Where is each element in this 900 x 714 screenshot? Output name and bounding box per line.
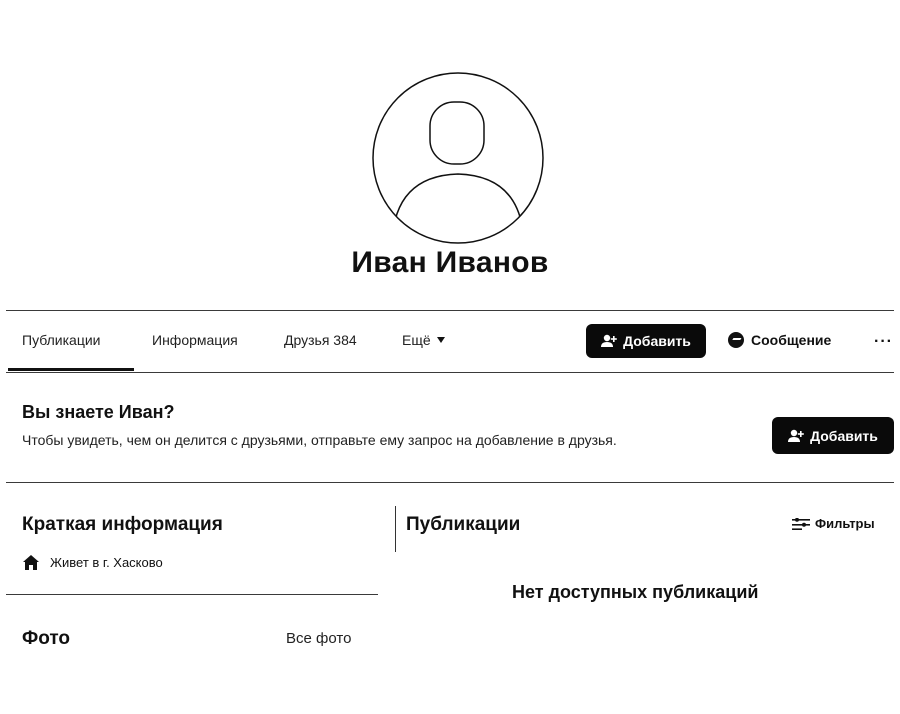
- profile-name: Иван Иванов: [351, 246, 549, 279]
- profile-avatar[interactable]: [372, 72, 544, 244]
- tab-friends[interactable]: Друзья 384: [284, 332, 357, 348]
- all-photos-link[interactable]: Все фото: [286, 630, 351, 647]
- filters-icon: [792, 517, 810, 530]
- intro-title: Краткая информация: [22, 514, 223, 535]
- intro-divider: [6, 594, 378, 595]
- know-box-text: Чтобы увидеть, чем он делится с друзьями…: [22, 432, 617, 448]
- tab-posts[interactable]: Публикации: [22, 332, 100, 348]
- messenger-icon: [728, 332, 744, 348]
- photos-title: Фото: [22, 628, 71, 649]
- know-box-divider: [6, 482, 894, 483]
- chevron-down-icon: [436, 337, 445, 343]
- know-box-add-label: Добавить: [810, 427, 878, 444]
- home-icon: [23, 555, 39, 570]
- tab-more[interactable]: Ещё: [402, 332, 445, 348]
- know-box-add-button[interactable]: Добавить: [772, 417, 894, 454]
- know-box-title: Вы знаете Иван?: [22, 402, 175, 422]
- message-button[interactable]: Сообщение: [728, 332, 831, 348]
- posts-title: Публикации: [406, 514, 521, 535]
- tab-active-indicator: [8, 368, 134, 371]
- add-friend-button[interactable]: Добавить: [586, 324, 706, 358]
- tab-info[interactable]: Информация: [152, 332, 238, 348]
- add-friend-icon: [601, 334, 617, 347]
- filters-label: Фильтры: [815, 516, 875, 531]
- more-options-button[interactable]: ···: [874, 333, 893, 351]
- lives-in-text: Живет в г. Хасково: [50, 555, 163, 570]
- add-friend-icon: [788, 429, 804, 442]
- column-divider: [395, 506, 396, 552]
- lives-in-row: Живет в г. Хасково: [22, 554, 163, 571]
- no-posts-message: Нет доступных публикаций: [512, 582, 759, 602]
- filters-button[interactable]: Фильтры: [792, 516, 875, 531]
- tabs-divider: [6, 372, 894, 373]
- add-friend-label: Добавить: [623, 333, 691, 349]
- header-divider: [6, 310, 894, 311]
- tab-more-label: Ещё: [402, 332, 431, 348]
- message-label: Сообщение: [751, 332, 832, 348]
